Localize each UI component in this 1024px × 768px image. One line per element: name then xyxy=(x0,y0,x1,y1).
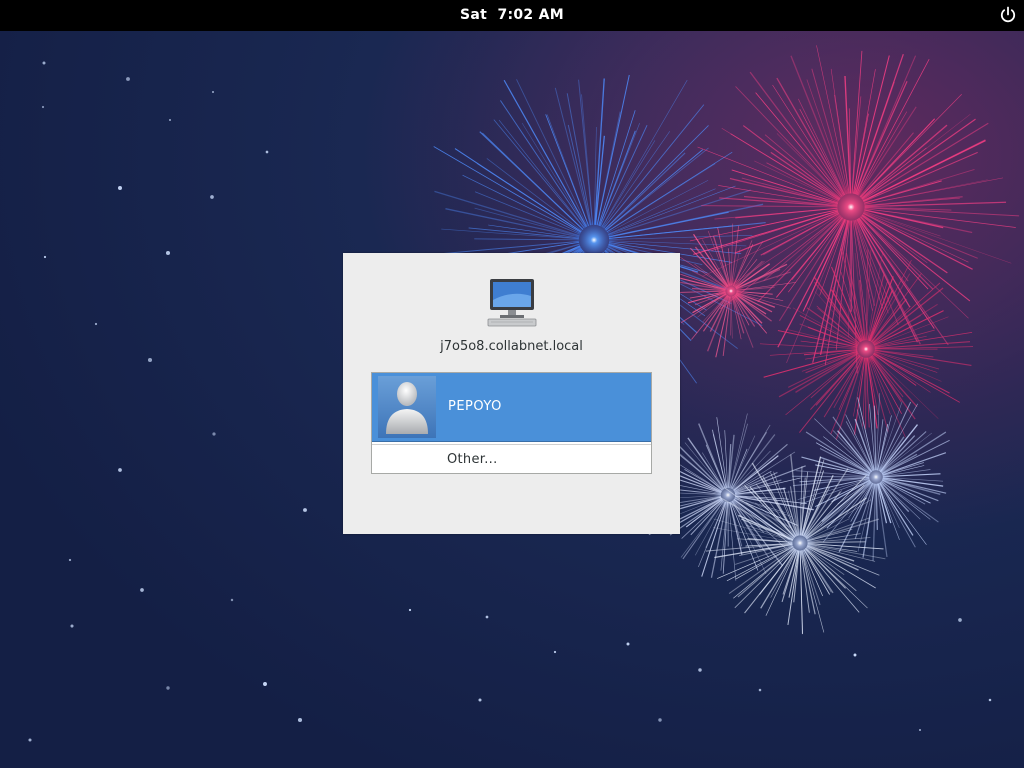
star xyxy=(94,322,98,326)
other-user-label: Other... xyxy=(447,452,498,467)
star xyxy=(118,186,122,190)
star xyxy=(297,717,303,723)
star xyxy=(210,195,214,199)
other-user-button[interactable]: Other... xyxy=(372,444,651,474)
star xyxy=(485,615,489,619)
user-name-label: PEPOYO xyxy=(448,399,502,414)
clock-time: 7:02 AM xyxy=(497,7,565,23)
star xyxy=(140,588,144,592)
star xyxy=(43,255,47,259)
star xyxy=(853,653,857,657)
star xyxy=(212,91,214,93)
power-icon[interactable] xyxy=(998,5,1018,25)
avatar-icon xyxy=(378,376,436,438)
star xyxy=(212,432,216,436)
star xyxy=(68,558,72,562)
star xyxy=(169,119,171,121)
star xyxy=(230,598,234,602)
star xyxy=(118,468,122,472)
top-bar: Sat 7:02 AM xyxy=(0,0,1024,31)
login-screen: Sat 7:02 AM j7o5o8.collabnet.local PEPOY… xyxy=(0,0,1024,768)
star xyxy=(758,688,762,692)
star xyxy=(28,738,32,742)
star xyxy=(147,357,153,363)
computer-icon xyxy=(485,278,539,328)
star xyxy=(658,718,662,722)
star xyxy=(408,608,412,612)
star xyxy=(958,618,962,622)
star xyxy=(919,729,921,731)
star xyxy=(988,698,992,702)
star xyxy=(303,508,307,512)
star xyxy=(70,624,74,628)
star xyxy=(698,668,702,672)
star xyxy=(41,105,45,109)
star xyxy=(626,642,630,646)
star xyxy=(265,150,269,154)
star xyxy=(166,686,170,690)
clock-day: Sat xyxy=(459,7,488,23)
star xyxy=(263,682,267,686)
hostname-label: j7o5o8.collabnet.local xyxy=(440,339,583,354)
user-item-pepoyo[interactable]: PEPOYO xyxy=(372,373,651,442)
star xyxy=(165,250,171,256)
login-dialog: j7o5o8.collabnet.local PEPOYO Other... xyxy=(343,253,680,534)
star xyxy=(478,698,482,702)
user-list: PEPOYO Other... xyxy=(371,372,652,474)
star xyxy=(126,77,130,81)
star xyxy=(553,650,557,654)
clock[interactable]: Sat 7:02 AM xyxy=(0,0,1024,31)
star xyxy=(42,61,46,65)
